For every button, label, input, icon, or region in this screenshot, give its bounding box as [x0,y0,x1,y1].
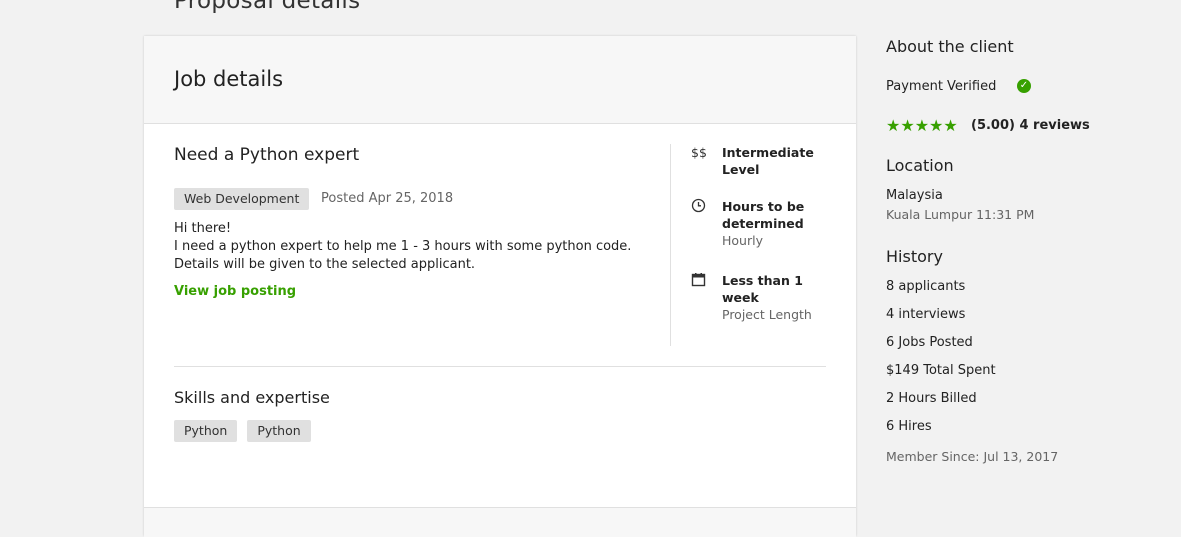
description-line: I need a python expert to help me 1 - 3 … [174,239,632,254]
history-title: History [886,247,943,266]
clock-icon [691,198,707,214]
description-line: Hi there! [174,221,232,236]
experience-level-label: Intermediate Level [722,145,814,177]
rating-text: (5.00) 4 reviews [971,118,1090,133]
job-description: Hi there! I need a python expert to help… [174,220,674,274]
skills-list: Python Python [174,420,321,442]
job-details-card: Job details Need a Python expert Web Dev… [144,36,856,537]
page-title: Proposal details [174,0,361,14]
star-icon: ★ [900,116,915,135]
star-icon: ★ [886,116,901,135]
hours-sub: Hourly [722,233,763,248]
card-footer [144,507,856,537]
description-line: Details will be given to the selected ap… [174,257,476,272]
project-length-label: Less than 1 week [722,273,803,305]
horizontal-divider [174,366,826,367]
view-job-posting-link[interactable]: View job posting [174,284,296,299]
about-client-title: About the client [886,37,1014,56]
card-header: Job details [144,36,856,124]
verified-check-icon: ✓ [1017,79,1031,93]
history-item: 6 Hires [886,419,932,434]
star-icon: ★ [943,116,958,135]
hours-label: Hours to be determined [722,199,805,231]
vertical-divider [670,144,671,346]
payment-verified: Payment Verified [886,79,997,94]
client-country: Malaysia [886,188,943,203]
location-title: Location [886,156,954,175]
skill-tag[interactable]: Python [174,420,238,442]
star-icon: ★ [914,116,930,135]
job-title: Need a Python expert [174,145,360,165]
member-since: Member Since: Jul 13, 2017 [886,449,1059,464]
posted-date: Posted Apr 25, 2018 [321,191,454,206]
history-item: 4 interviews [886,307,966,322]
dollar-icon: $$ [691,145,707,160]
history-item: 6 Jobs Posted [886,335,973,350]
star-icon: ★ [929,116,944,135]
history-item: 2 Hours Billed [886,391,977,406]
skills-title: Skills and expertise [174,388,330,407]
job-details-title: Job details [174,67,284,91]
rating-stars: ★★★★★ [886,116,958,135]
category-tag[interactable]: Web Development [174,188,310,210]
skill-tag[interactable]: Python [247,420,311,442]
calendar-icon [691,272,707,288]
client-city-time: Kuala Lumpur 11:31 PM [886,207,1035,222]
history-item: $149 Total Spent [886,363,996,378]
project-length-sub: Project Length [722,307,812,322]
history-item: 8 applicants [886,279,966,294]
